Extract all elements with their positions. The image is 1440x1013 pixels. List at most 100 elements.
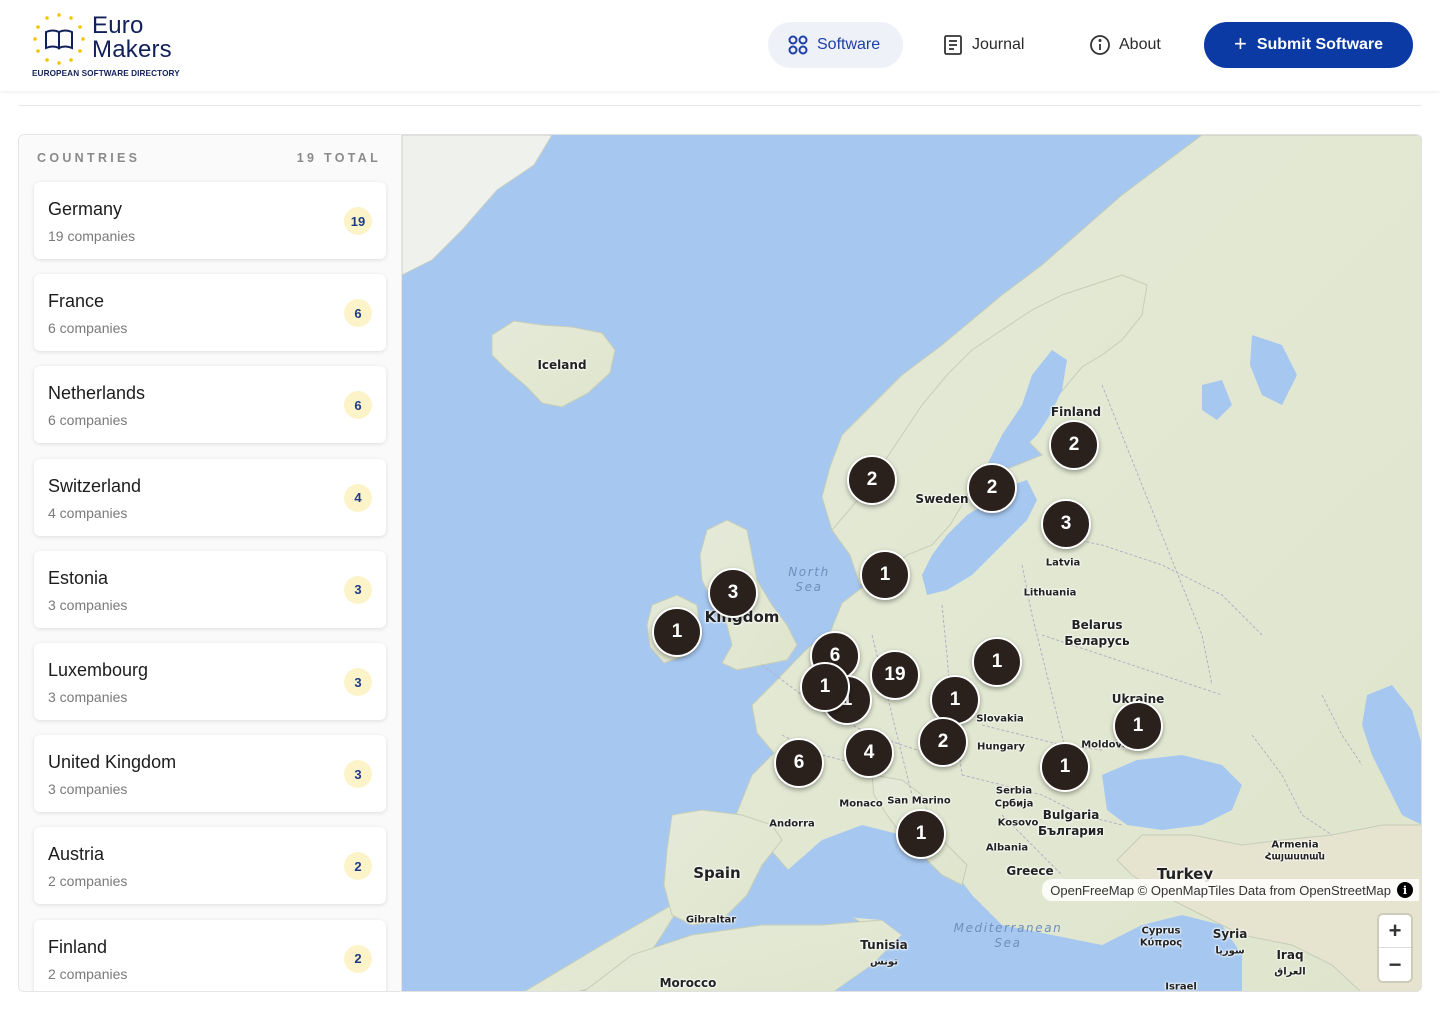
grid-icon <box>788 35 808 55</box>
map-label-tunisia-local: تونس <box>870 956 898 968</box>
map-cluster-finland[interactable]: 2 <box>1049 420 1099 470</box>
count-badge: 3 <box>344 760 372 789</box>
map-cluster-ireland[interactable]: 1 <box>652 607 702 657</box>
map-label-hungary: Hungary <box>977 741 1025 753</box>
map-cluster-poland[interactable]: 1 <box>972 637 1022 687</box>
country-company-count: 3 companies <box>48 689 128 705</box>
zoom-control: + − <box>1379 915 1411 981</box>
country-card[interactable]: Germany 19 companies 19 <box>34 182 386 259</box>
map-basemap <box>402 135 1421 991</box>
count-badge: 6 <box>344 391 372 420</box>
document-icon <box>944 35 962 55</box>
map-label-slovakia: Slovakia <box>976 713 1024 725</box>
nav-software[interactable]: Software <box>768 22 903 68</box>
map-label-syria: Syria <box>1212 927 1248 941</box>
country-name: Switzerland <box>48 475 142 496</box>
count-badge: 3 <box>344 575 372 604</box>
nav-about[interactable]: About <box>1070 22 1188 68</box>
nav-journal-label: Journal <box>972 36 1025 53</box>
country-name: Estonia <box>48 567 109 588</box>
countries-sidebar[interactable]: COUNTRIES 19 TOTAL Germany 19 companies 19… <box>18 134 402 992</box>
map-label-serbia-local: Србија <box>994 798 1034 810</box>
nav-journal[interactable]: Journal <box>923 22 1053 68</box>
map-label-latvia: Latvia <box>1045 557 1081 569</box>
sidebar-total: 19 TOTAL <box>296 151 381 165</box>
country-card[interactable]: Luxembourg 3 companies 3 <box>34 643 386 720</box>
map-label-tunisia: Tunisia <box>860 938 908 952</box>
map-label-iraq-local: العراق <box>1274 966 1306 978</box>
country-card[interactable]: Switzerland 4 companies 4 <box>34 458 386 536</box>
count-badge: 4 <box>344 483 372 512</box>
count-badge: 2 <box>344 852 372 881</box>
map-label-mediterranean-sea: Mediterranean Sea <box>953 921 1063 950</box>
map-label-lithuania: Lithuania <box>1023 587 1077 599</box>
map-label-bulgaria: Bulgaria <box>1042 808 1100 822</box>
count-badge: 3 <box>344 668 372 696</box>
map-cluster-ukraine[interactable]: 1 <box>1113 701 1163 751</box>
map-cluster-austria[interactable]: 2 <box>918 717 968 767</box>
country-name: Austria <box>48 844 105 865</box>
map-label-north-sea: North Sea <box>788 565 830 594</box>
map-cluster-switzerland[interactable]: 4 <box>844 728 894 778</box>
map-cluster-norway[interactable]: 2 <box>847 455 897 505</box>
map-label-iceland: Iceland <box>537 358 587 372</box>
map-cluster-estonia[interactable]: 3 <box>1041 499 1091 549</box>
country-name: Netherlands <box>48 383 146 404</box>
country-company-count: 6 companies <box>48 412 128 429</box>
map-label-albania: Albania <box>985 842 1029 854</box>
country-card[interactable]: France 6 companies 6 <box>34 274 386 352</box>
map-cluster-sweden[interactable]: 2 <box>967 463 1017 513</box>
sidebar-header: COUNTRIES 19 TOTAL <box>37 151 381 167</box>
map-label-kosovo: Kosovo <box>997 817 1039 829</box>
map-label-syria-local: سوريا <box>1215 945 1245 957</box>
country-company-count: 19 companies <box>48 228 136 244</box>
country-card[interactable]: Austria 2 companies 2 <box>34 827 386 905</box>
map-label-greece: Greece <box>1006 864 1054 878</box>
country-company-count: 3 companies <box>48 781 128 798</box>
map-cluster-romania[interactable]: 1 <box>1040 742 1090 792</box>
map-label-finland: Finland <box>1050 405 1102 419</box>
map-cluster-france[interactable]: 6 <box>774 738 824 788</box>
site-header: Euro Makers EUROPEAN SOFTWARE DIRECTORY … <box>0 0 1440 91</box>
country-company-count: 2 companies <box>48 965 128 982</box>
map-cluster-uk[interactable]: 3 <box>708 568 758 618</box>
country-company-count: 3 companies <box>48 596 128 613</box>
map-label-iraq: Iraq <box>1276 948 1304 962</box>
map-cluster-denmark[interactable]: 1 <box>860 550 910 600</box>
country-card[interactable]: Netherlands 6 companies 6 <box>34 366 386 444</box>
submit-software-label: Submit Software <box>1256 36 1384 53</box>
map-cluster-italy[interactable]: 1 <box>896 809 946 859</box>
country-company-count: 6 companies <box>48 320 128 337</box>
country-card[interactable]: Estonia 3 companies 3 <box>34 550 386 628</box>
map-label-armenia-local: Հայաստան <box>1265 851 1325 863</box>
submit-software-button[interactable]: + Submit Software <box>1204 22 1413 68</box>
map-cluster-belgium-b[interactable]: 1 <box>800 662 850 712</box>
country-card[interactable]: United Kingdom 3 companies 3 <box>34 735 386 813</box>
nav-about-label: About <box>1119 36 1161 53</box>
attribution-text: OpenFreeMap © OpenMapTiles Data from Ope… <box>1050 882 1391 898</box>
map-label-spain: Spain <box>693 864 741 882</box>
map-label-monaco: Monaco <box>839 798 883 810</box>
zoom-out-button[interactable]: − <box>1379 948 1411 981</box>
map-label-sweden: Sweden <box>915 492 969 506</box>
country-card[interactable]: Finland 2 companies 2 <box>34 919 386 991</box>
map-label-san-marino: San Marino <box>887 795 951 807</box>
count-badge: 19 <box>344 207 372 235</box>
info-icon[interactable]: i <box>1397 882 1413 898</box>
plus-icon: + <box>1233 31 1247 56</box>
eu-stars-book-icon <box>33 13 85 65</box>
logo[interactable]: Euro Makers EUROPEAN SOFTWARE DIRECTORY <box>30 10 190 82</box>
europe-map[interactable]: Iceland Finland Sweden Latvia Lithuania … <box>402 134 1422 992</box>
zoom-in-button[interactable]: + <box>1379 915 1411 948</box>
map-label-andorra: Andorra <box>769 818 815 830</box>
map-label-serbia: Serbia <box>995 785 1033 797</box>
map-attribution[interactable]: OpenFreeMap © OpenMapTiles Data from Ope… <box>1042 879 1419 901</box>
info-icon <box>1090 35 1110 55</box>
country-name: United Kingdom <box>48 752 177 773</box>
country-name: France <box>48 291 105 312</box>
map-label-cyprus-local: Κύπρος <box>1139 937 1183 949</box>
map-cluster-germany[interactable]: 19 <box>870 650 920 700</box>
map-label-cyprus: Cyprus <box>1141 925 1181 937</box>
count-badge: 2 <box>344 944 372 973</box>
country-name: Luxembourg <box>48 660 149 680</box>
